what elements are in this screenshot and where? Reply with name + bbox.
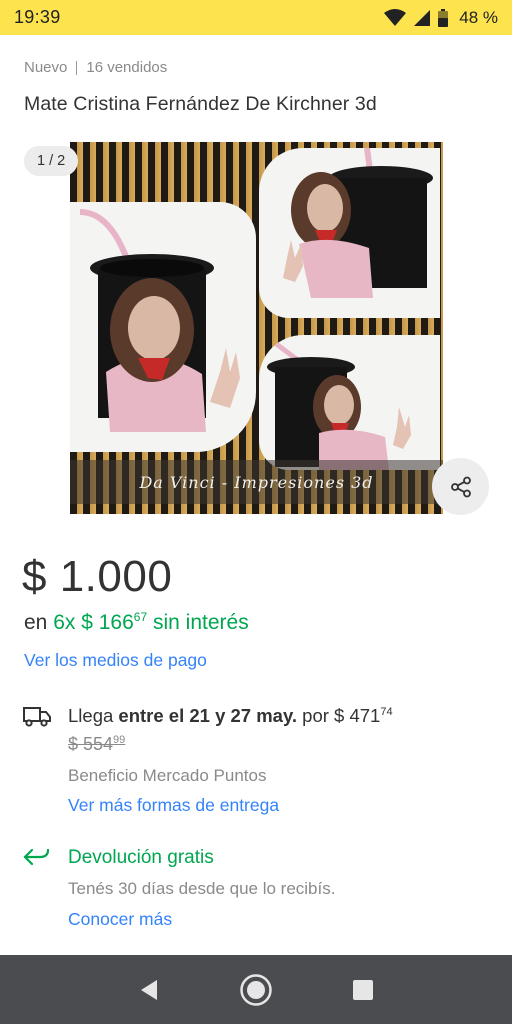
home-button[interactable] (231, 965, 281, 1015)
navigation-bar (0, 955, 512, 1024)
home-icon (240, 973, 272, 1006)
payment-methods-link[interactable]: Ver los medios de pago (24, 650, 207, 671)
shipping-price-cents: 74 (380, 706, 393, 718)
return-title: Devolución gratis (68, 847, 214, 868)
image-gallery[interactable]: Da Vinci - Impresiones 3d 1 / 2 (0, 142, 512, 515)
status-bar: 19:39 48 % (0, 0, 512, 35)
product-title: Mate Cristina Fernández De Kirchner 3d (24, 93, 377, 115)
image-panel-main (70, 202, 256, 452)
sold-count: 16 vendidos (86, 59, 168, 76)
battery-icon (438, 8, 449, 27)
shipping-prefix: Llega (68, 705, 114, 726)
figure-bottom-right (267, 341, 411, 470)
shipping-old-price: $ 55499 (68, 734, 125, 755)
condition-label: Nuevo (24, 59, 68, 76)
signal-icon (414, 9, 431, 26)
share-button[interactable] (432, 458, 489, 515)
shipping-price: por $ 471 (302, 705, 381, 726)
recents-icon (352, 979, 373, 1000)
old-price-value: $ 554 (68, 734, 114, 754)
status-time: 19:39 (14, 7, 61, 27)
learn-more-link[interactable]: Conocer más (68, 909, 172, 930)
price: $ 1.000 (22, 552, 173, 601)
shipping-benefit: Beneficio Mercado Puntos (68, 766, 267, 785)
shipping-dates: entre el 21 y 27 may. (118, 705, 298, 726)
return-description: Tenés 30 días desde que lo recibís. (68, 879, 336, 898)
image-panel-top-right (259, 148, 440, 318)
back-button[interactable] (124, 965, 174, 1015)
shipping-line: Llega entre el 21 y 27 may. por $ 47174 (68, 705, 393, 727)
old-price-cents: 99 (113, 734, 126, 746)
installments-amount: 6x $ 16667 sin interés (53, 610, 249, 634)
installments: en 6x $ 16667 sin interés (24, 610, 249, 635)
wifi-icon (384, 8, 407, 26)
recents-button[interactable] (338, 965, 388, 1015)
installments-cents: 67 (133, 610, 148, 624)
separator (76, 60, 78, 75)
watermark-band: Da Vinci - Impresiones 3d (70, 460, 443, 504)
product-image[interactable]: Da Vinci - Impresiones 3d (70, 142, 443, 514)
status-icons: 48 % (384, 8, 498, 28)
share-icon (450, 476, 471, 497)
truck-icon (23, 707, 51, 727)
image-panel-bottom-right (259, 335, 440, 470)
battery-percent: 48 % (459, 7, 498, 27)
condition-line: Nuevo 16 vendidos (24, 59, 167, 76)
watermark-text: Da Vinci - Impresiones 3d (139, 472, 374, 492)
installments-count: 6x $ 166 (53, 611, 134, 634)
page-indicator: 1 / 2 (24, 146, 79, 176)
return-arrow-icon (23, 848, 50, 866)
figure-main (79, 209, 240, 432)
delivery-options-link[interactable]: Ver más formas de entrega (68, 795, 279, 816)
figure-top-right (283, 148, 433, 298)
installments-suffix: sin interés (152, 611, 249, 634)
installments-prefix: en (24, 611, 48, 634)
back-icon (141, 979, 158, 1000)
